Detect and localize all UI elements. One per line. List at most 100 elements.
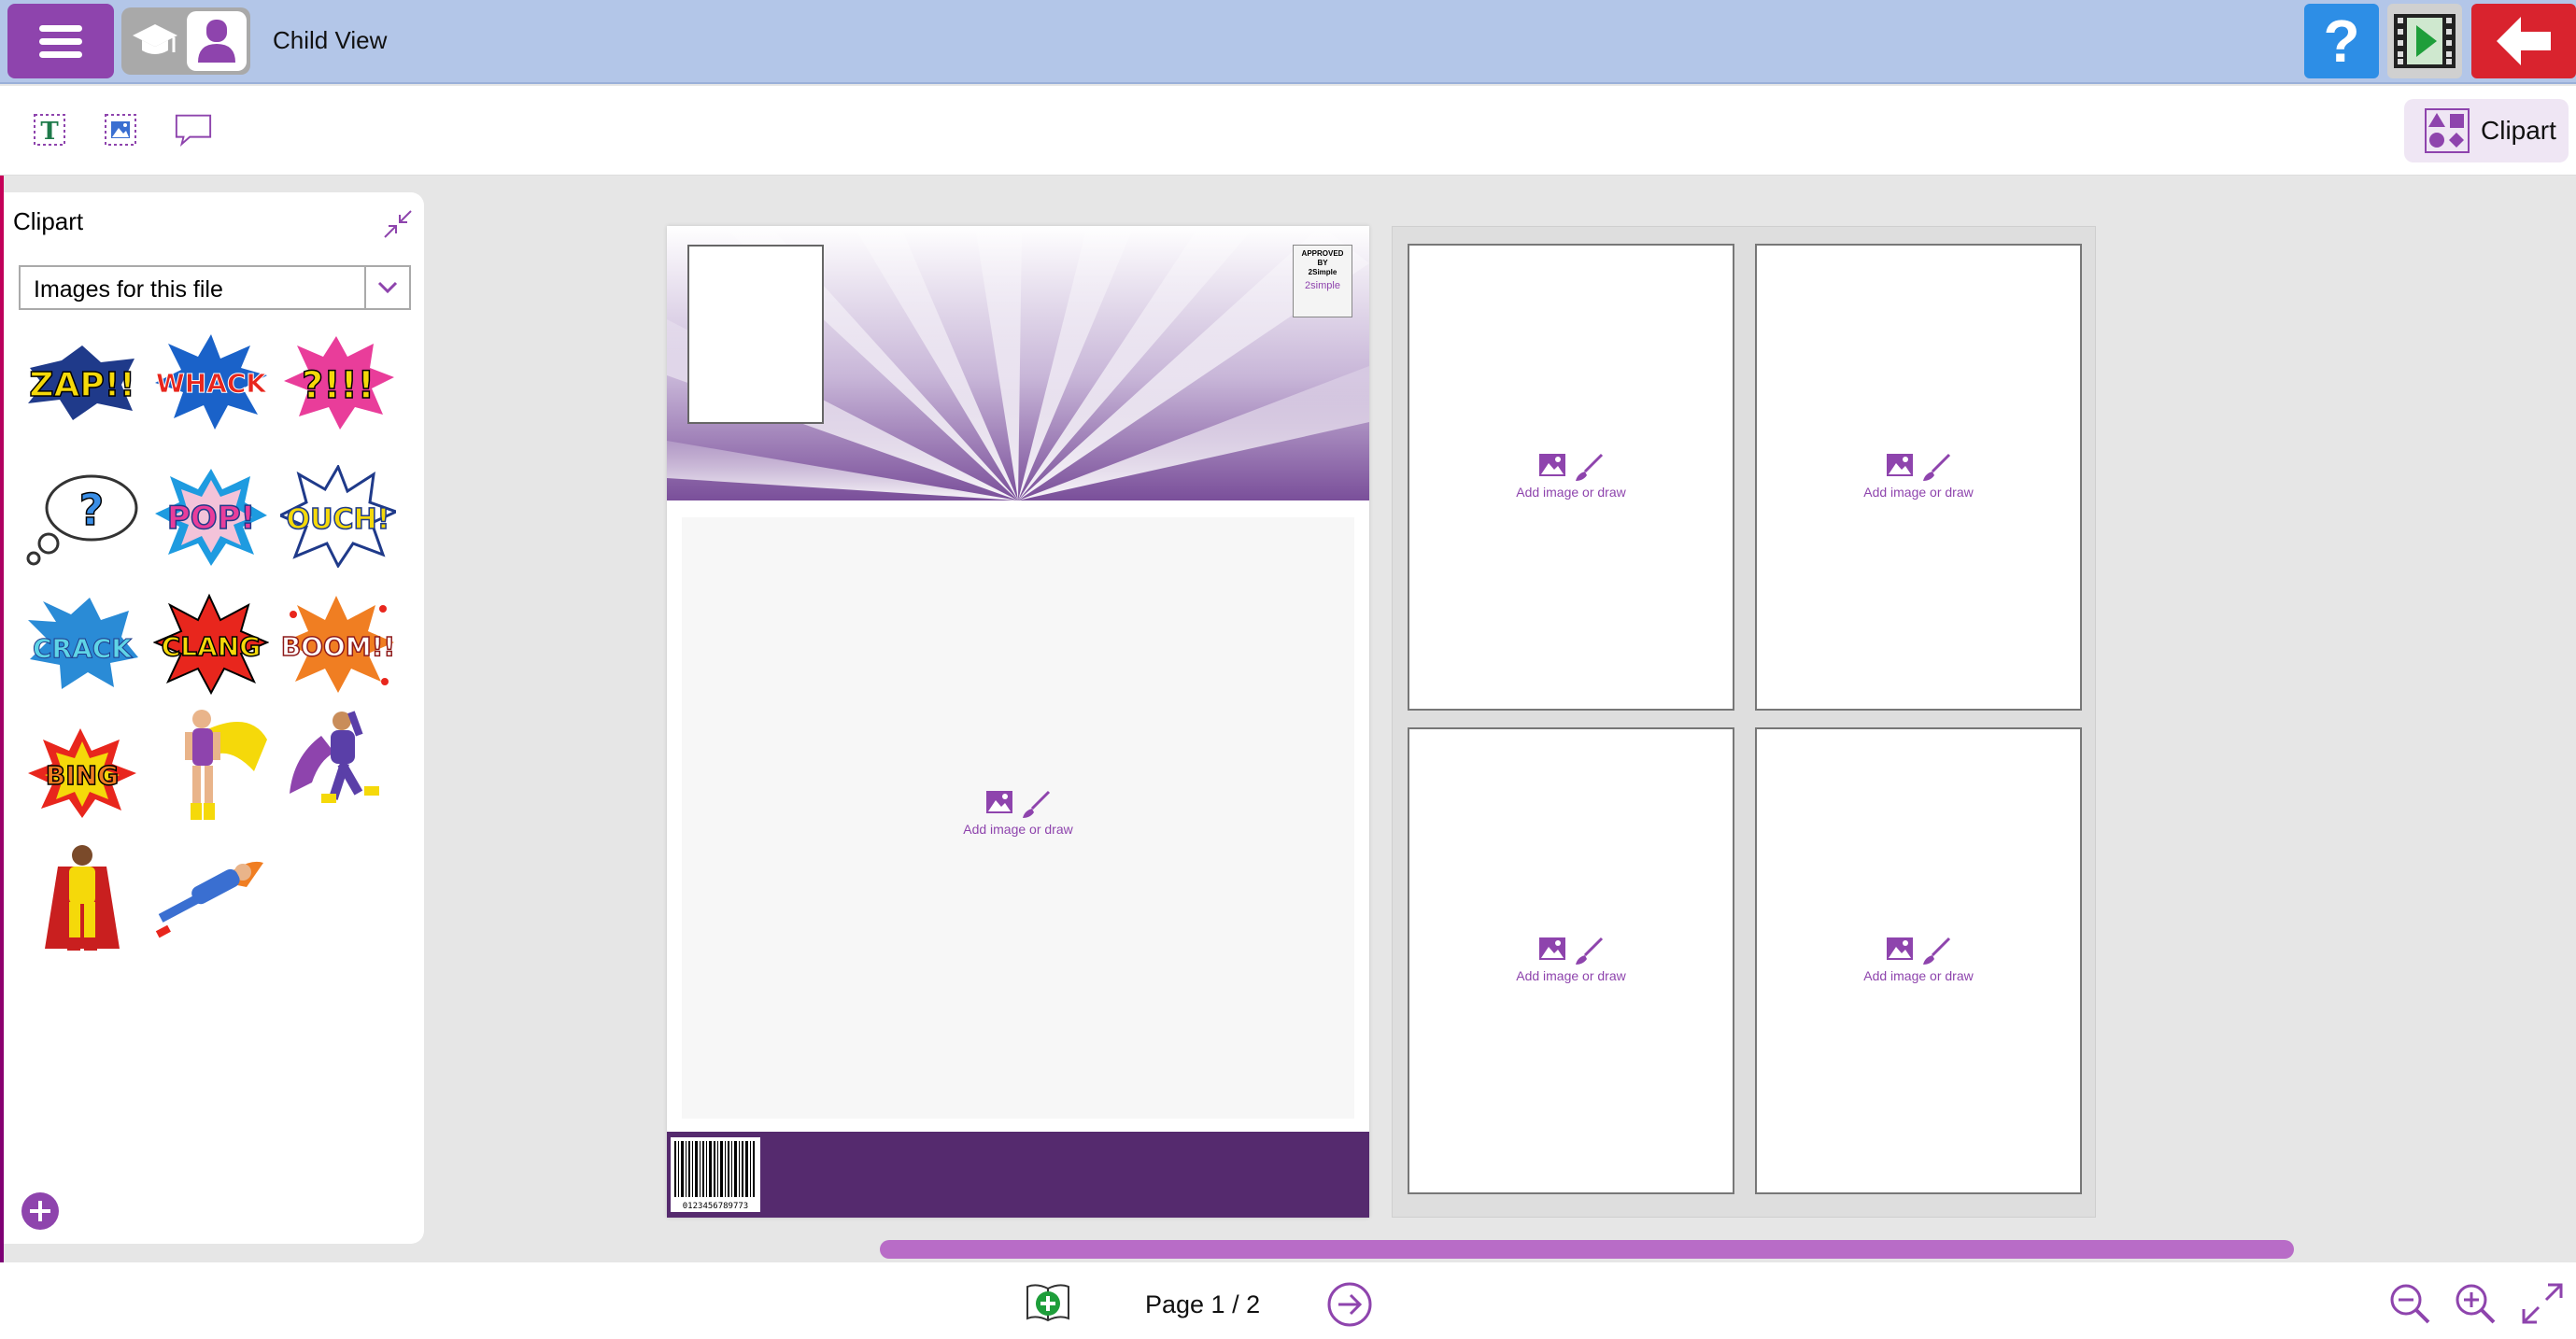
chevron-down-icon bbox=[364, 267, 409, 308]
drop-hint-text: Add image or draw bbox=[963, 822, 1073, 837]
tool-bar: T Clipart bbox=[0, 86, 2576, 176]
clip-clang-text: CLANG bbox=[162, 631, 261, 662]
help-button[interactable]: ? bbox=[2304, 4, 2379, 78]
image-icon bbox=[1887, 937, 1913, 960]
cover-footer: 0123456789773 bbox=[667, 1132, 1369, 1218]
hamburger-icon bbox=[39, 19, 82, 64]
clip-pop-text: POP! bbox=[167, 500, 255, 537]
clipart-source-value: Images for this file bbox=[34, 276, 223, 303]
drop-hint: Add image or draw bbox=[1757, 453, 2080, 500]
clip-ouch-text: OUCH! bbox=[287, 503, 390, 536]
drop-hint-text: Add image or draw bbox=[1863, 968, 1974, 983]
add-clipart-icon[interactable] bbox=[21, 1191, 60, 1231]
menu-button[interactable] bbox=[7, 4, 114, 78]
clip-hero-yellow-cape[interactable] bbox=[153, 702, 269, 824]
collapse-icon[interactable] bbox=[381, 207, 415, 241]
clip-ouch[interactable]: OUCH! bbox=[276, 463, 400, 569]
clipart-toggle-label: Clipart bbox=[2481, 116, 2556, 145]
film-play-icon bbox=[2394, 14, 2456, 68]
page-cover[interactable]: APPROVED BY 2Simple 2simple Add image or… bbox=[667, 226, 1369, 1218]
back-button[interactable] bbox=[2471, 4, 2576, 78]
clip-hero-purple[interactable] bbox=[284, 700, 400, 822]
image-icon bbox=[986, 791, 1012, 813]
comic-panel-4[interactable]: Add image or draw bbox=[1755, 727, 2082, 1194]
top-bar: Child View ? bbox=[0, 0, 2576, 84]
clip-pop[interactable]: POP! bbox=[153, 465, 269, 568]
svg-text:T: T bbox=[40, 118, 59, 146]
clip-zap[interactable]: ZAP!! bbox=[24, 331, 140, 433]
graduation-cap-icon bbox=[133, 24, 177, 54]
add-page-icon[interactable] bbox=[1024, 1279, 1072, 1324]
add-text-button[interactable]: T bbox=[30, 110, 69, 149]
clip-thought-bubble-text: ? bbox=[79, 485, 105, 535]
zoom-in-icon[interactable] bbox=[2453, 1281, 2498, 1326]
paintbrush-icon bbox=[1576, 453, 1604, 481]
image-icon bbox=[1539, 454, 1565, 476]
approved-line3: 2Simple bbox=[1308, 268, 1338, 276]
drop-hint-text: Add image or draw bbox=[1863, 485, 1974, 500]
clip-bing[interactable]: BING bbox=[24, 721, 140, 824]
zoom-out-icon[interactable] bbox=[2387, 1281, 2432, 1326]
clip-zap-text: ZAP!! bbox=[29, 366, 134, 404]
arrow-left-icon bbox=[2497, 17, 2551, 65]
page-indicator: Page 1 / 2 bbox=[1145, 1290, 1261, 1318]
drop-hint: Add image or draw bbox=[682, 790, 1354, 837]
drop-hint-text: Add image or draw bbox=[1516, 485, 1626, 500]
clip-hero-red-cape[interactable] bbox=[24, 837, 140, 958]
drop-hint: Add image or draw bbox=[1757, 937, 2080, 983]
page-comic-grid: Add image or draw Add image or draw Add … bbox=[1392, 226, 2096, 1218]
approved-brand: 2simple bbox=[1305, 280, 1340, 291]
add-speech-bubble-button[interactable] bbox=[174, 110, 213, 149]
image-icon bbox=[1887, 454, 1913, 476]
clip-boom[interactable]: BOOM!! bbox=[280, 592, 396, 695]
paintbrush-icon bbox=[1923, 453, 1951, 481]
image-icon bbox=[1539, 937, 1565, 960]
clip-whack[interactable]: WHACK bbox=[153, 331, 269, 433]
clip-crack-text: CRACK bbox=[33, 633, 133, 664]
barcode: 0123456789773 bbox=[671, 1137, 760, 1212]
view-title: Child View bbox=[273, 26, 388, 54]
speech-bubble-icon bbox=[175, 114, 212, 148]
teacher-view-button[interactable] bbox=[127, 13, 183, 69]
paintbrush-icon bbox=[1023, 790, 1051, 818]
clipart-source-select[interactable]: Images for this file bbox=[19, 265, 411, 310]
clip-question-exclaim-text: ?!!! bbox=[302, 364, 375, 407]
barcode-number: 0123456789773 bbox=[682, 1202, 749, 1211]
approved-badge: APPROVED BY 2Simple 2simple bbox=[1293, 245, 1352, 317]
cover-header-sunburst: APPROVED BY 2Simple 2simple bbox=[667, 226, 1369, 500]
paintbrush-icon bbox=[1923, 937, 1951, 965]
paintbrush-icon bbox=[1576, 937, 1604, 965]
clip-boom-text: BOOM!! bbox=[281, 631, 395, 662]
clip-bing-text: BING bbox=[46, 760, 119, 791]
bottom-bar: Page 1 / 2 bbox=[0, 1262, 2576, 1339]
clipart-toggle-button[interactable]: Clipart bbox=[2404, 99, 2569, 162]
comic-panel-2[interactable]: Add image or draw bbox=[1755, 244, 2082, 711]
comic-panel-3[interactable]: Add image or draw bbox=[1408, 727, 1734, 1194]
question-mark-icon: ? bbox=[2323, 7, 2360, 75]
cover-main-drop-area[interactable]: Add image or draw bbox=[682, 517, 1354, 1119]
add-image-button[interactable] bbox=[101, 110, 140, 149]
view-mode-toggle bbox=[121, 7, 250, 75]
comic-panel-1[interactable]: Add image or draw bbox=[1408, 244, 1734, 711]
clip-clang[interactable]: CLANG bbox=[152, 592, 270, 696]
fullscreen-icon[interactable] bbox=[2520, 1281, 2565, 1326]
clip-crack[interactable]: CRACK bbox=[24, 592, 140, 695]
clip-question-exclaim[interactable]: ?!!! bbox=[280, 331, 396, 433]
approved-line1: APPROVED bbox=[1301, 249, 1344, 258]
play-presentation-button[interactable] bbox=[2387, 4, 2462, 78]
clipart-panel: Clipart Images for this file ZAP!! WHACK… bbox=[4, 192, 424, 1244]
clipart-shapes-icon bbox=[2425, 108, 2470, 153]
clip-whack-text: WHACK bbox=[156, 368, 268, 399]
image-box-icon bbox=[105, 114, 136, 146]
text-box-icon: T bbox=[34, 114, 65, 146]
child-view-button[interactable] bbox=[187, 11, 247, 71]
cover-photo-box[interactable] bbox=[687, 245, 824, 424]
child-user-icon bbox=[198, 20, 235, 63]
approved-line2: BY bbox=[1317, 259, 1328, 267]
horizontal-scrollbar[interactable] bbox=[880, 1240, 2294, 1259]
drop-hint-text: Add image or draw bbox=[1516, 968, 1626, 983]
clip-hero-flying[interactable] bbox=[153, 844, 269, 947]
clipart-panel-title: Clipart bbox=[13, 207, 84, 235]
clip-thought-bubble[interactable]: ? bbox=[24, 465, 140, 568]
next-page-icon[interactable] bbox=[1326, 1281, 1373, 1328]
